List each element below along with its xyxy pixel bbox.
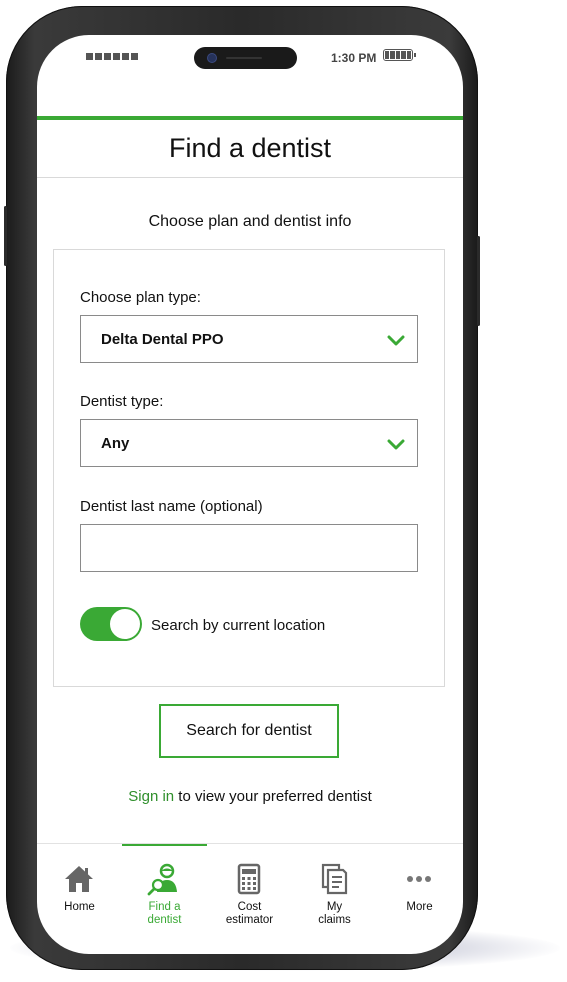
tab-more[interactable]: More [377, 844, 462, 944]
sign-in-prompt: Sign in to view your preferred dentist [37, 788, 463, 805]
phone-screen: 1:30 PM Find a dentist Choose plan and d… [37, 35, 463, 954]
plan-type-select[interactable]: Delta Dental PPO [80, 315, 418, 363]
header-accent-bar [37, 116, 463, 120]
battery-icon [383, 49, 416, 61]
tab-label: More [406, 901, 433, 913]
tab-find-dentist[interactable]: Find a dentist [122, 844, 207, 944]
claims-icon [321, 863, 348, 895]
find-dentist-icon [147, 863, 177, 896]
sign-in-link[interactable]: Sign in [128, 788, 174, 805]
last-name-input[interactable] [80, 524, 418, 572]
tab-label: Home [64, 901, 95, 913]
section-subtitle: Choose plan and dentist info [148, 213, 352, 230]
dentist-type-value: Any [101, 434, 130, 452]
tab-home[interactable]: Home [37, 844, 122, 944]
chevron-down-icon [387, 335, 405, 346]
last-name-label: Dentist last name (optional) [80, 498, 263, 515]
chevron-down-icon [387, 439, 405, 450]
calculator-icon [237, 863, 261, 895]
page-title: Find a dentist [168, 133, 332, 163]
header-divider [37, 177, 463, 178]
location-toggle-label: Search by current location [151, 617, 326, 634]
dentist-type-select[interactable]: Any [80, 419, 418, 467]
location-toggle[interactable] [80, 607, 142, 641]
speaker-grille [226, 57, 262, 59]
plan-type-value: Delta Dental PPO [101, 330, 224, 348]
dentist-type-label: Dentist type: [80, 393, 164, 410]
tab-label: Find a dentist [147, 901, 182, 926]
toggle-knob [109, 608, 141, 640]
home-icon [65, 866, 93, 892]
status-time: 1:30 PM [331, 51, 377, 65]
tab-my-claims[interactable]: My claims [292, 844, 377, 944]
volume-button [4, 206, 7, 266]
phone-frame: 1:30 PM Find a dentist Choose plan and d… [4, 6, 480, 970]
bottom-tab-bar: Home Find a dentist Cost estimator My cl… [37, 843, 463, 954]
tab-cost-estimator[interactable]: Cost estimator [207, 844, 292, 944]
more-icon [407, 876, 431, 882]
search-for-dentist-button[interactable]: Search for dentist [159, 704, 339, 758]
sign-in-text: to view your preferred dentist [174, 788, 372, 805]
camera-icon [208, 54, 216, 62]
signal-icon [86, 53, 138, 60]
status-bar: 1:30 PM [37, 35, 463, 87]
notch [194, 47, 297, 69]
tab-label: My claims [318, 901, 351, 926]
power-button [477, 236, 480, 326]
plan-type-label: Choose plan type: [80, 289, 201, 306]
tab-label: Cost estimator [225, 901, 274, 926]
